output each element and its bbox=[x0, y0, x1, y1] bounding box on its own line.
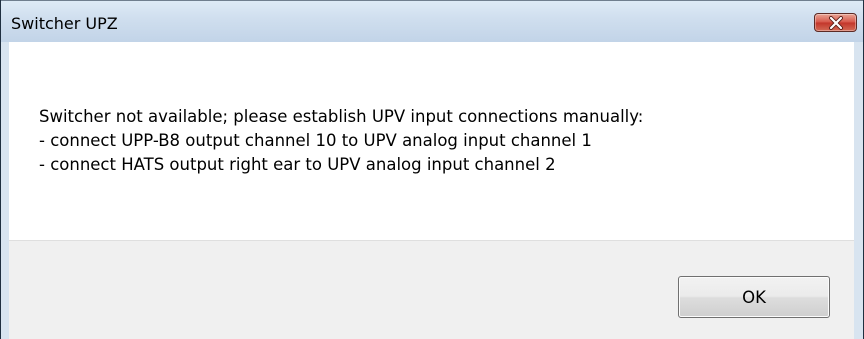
message-text: Switcher not available; please establish… bbox=[39, 105, 643, 177]
close-icon bbox=[815, 14, 856, 31]
ok-button[interactable]: OK bbox=[678, 276, 830, 318]
window-title: Switcher UPZ bbox=[11, 14, 118, 33]
dialog-content: Switcher not available; please establish… bbox=[9, 42, 854, 339]
message-line: Switcher not available; please establish… bbox=[39, 107, 644, 126]
message-line: - connect HATS output right ear to UPV a… bbox=[39, 155, 556, 174]
dialog-window: Switcher UPZ Switcher not available; ple… bbox=[0, 0, 864, 339]
message-line: - connect UPP-B8 output channel 10 to UP… bbox=[39, 131, 592, 150]
message-area: Switcher not available; please establish… bbox=[9, 42, 854, 240]
title-bar[interactable]: Switcher UPZ bbox=[1, 0, 863, 42]
button-bar: OK bbox=[9, 240, 854, 339]
close-button[interactable] bbox=[814, 13, 857, 32]
